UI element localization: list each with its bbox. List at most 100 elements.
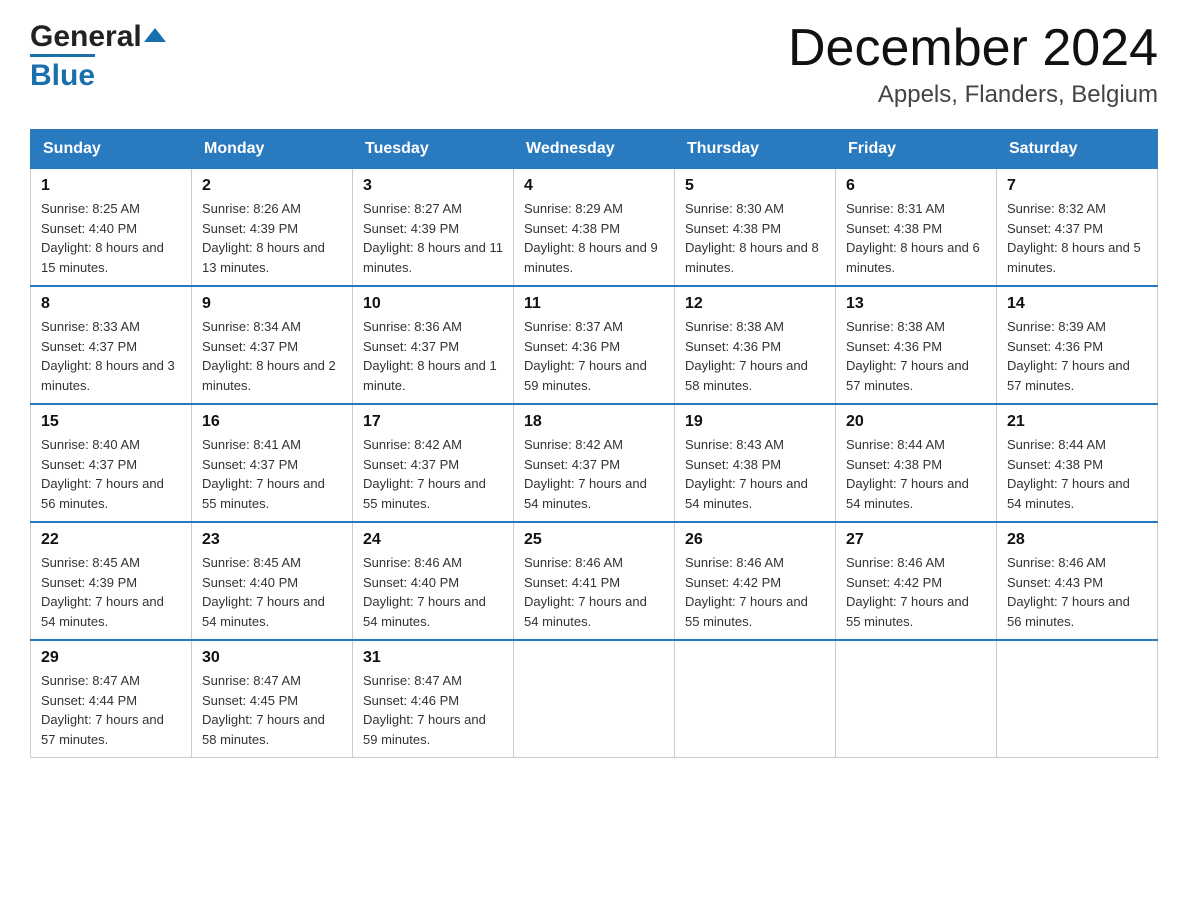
day-number: 12 — [685, 295, 825, 313]
day-info: Sunrise: 8:40 AMSunset: 4:37 PMDaylight:… — [41, 435, 181, 513]
logo: General Blue — [30, 20, 166, 93]
day-info: Sunrise: 8:34 AMSunset: 4:37 PMDaylight:… — [202, 317, 342, 395]
table-row: 23 Sunrise: 8:45 AMSunset: 4:40 PMDayligh… — [192, 522, 353, 640]
table-row: 16Sunrise: 8:41 AMSunset: 4:37 PMDayligh… — [192, 404, 353, 522]
day-number: 23 — [202, 531, 342, 549]
table-row: 28 Sunrise: 8:46 AMSunset: 4:43 PMDayligh… — [997, 522, 1158, 640]
table-row: 24 Sunrise: 8:46 AMSunset: 4:40 PMDayligh… — [353, 522, 514, 640]
calendar-week-row: 22 Sunrise: 8:45 AMSunset: 4:39 PMDayligh… — [31, 522, 1158, 640]
day-number: 20 — [846, 413, 986, 431]
day-info: Sunrise: 8:46 AMSunset: 4:43 PMDaylight:… — [1007, 553, 1147, 631]
day-number: 26 — [685, 531, 825, 549]
page-header: General Blue December 2024 Appels, Fland… — [30, 20, 1158, 109]
day-info: Sunrise: 8:44 AMSunset: 4:38 PMDaylight:… — [1007, 435, 1147, 513]
day-number: 16 — [202, 413, 342, 431]
table-row: 29 Sunrise: 8:47 AMSunset: 4:44 PMDayligh… — [31, 640, 192, 758]
day-info: Sunrise: 8:27 AMSunset: 4:39 PMDaylight:… — [363, 199, 503, 277]
table-row: 26 Sunrise: 8:46 AMSunset: 4:42 PMDayligh… — [675, 522, 836, 640]
day-info: Sunrise: 8:36 AMSunset: 4:37 PMDaylight:… — [363, 317, 503, 395]
table-row: 14Sunrise: 8:39 AMSunset: 4:36 PMDayligh… — [997, 286, 1158, 404]
col-friday: Friday — [836, 130, 997, 169]
table-row: 19Sunrise: 8:43 AMSunset: 4:38 PMDayligh… — [675, 404, 836, 522]
day-number: 22 — [41, 531, 181, 549]
day-info: Sunrise: 8:38 AMSunset: 4:36 PMDaylight:… — [685, 317, 825, 395]
table-row: 22 Sunrise: 8:45 AMSunset: 4:39 PMDayligh… — [31, 522, 192, 640]
day-info: Sunrise: 8:46 AMSunset: 4:41 PMDaylight:… — [524, 553, 664, 631]
day-info: Sunrise: 8:45 AMSunset: 4:40 PMDaylight:… — [202, 553, 342, 631]
day-number: 6 — [846, 177, 986, 195]
table-row: 13Sunrise: 8:38 AMSunset: 4:36 PMDayligh… — [836, 286, 997, 404]
table-row — [514, 640, 675, 758]
day-number: 25 — [524, 531, 664, 549]
day-info: Sunrise: 8:45 AMSunset: 4:39 PMDaylight:… — [41, 553, 181, 631]
table-row: 3 Sunrise: 8:27 AMSunset: 4:39 PMDaylight… — [353, 169, 514, 287]
day-number: 17 — [363, 413, 503, 431]
day-number: 2 — [202, 177, 342, 195]
day-number: 9 — [202, 295, 342, 313]
day-info: Sunrise: 8:33 AMSunset: 4:37 PMDaylight:… — [41, 317, 181, 395]
logo-blue: Blue — [30, 54, 95, 93]
col-saturday: Saturday — [997, 130, 1158, 169]
table-row: 31 Sunrise: 8:47 AMSunset: 4:46 PMDayligh… — [353, 640, 514, 758]
day-info: Sunrise: 8:46 AMSunset: 4:40 PMDaylight:… — [363, 553, 503, 631]
day-number: 3 — [363, 177, 503, 195]
table-row — [997, 640, 1158, 758]
table-row: 20 Sunrise: 8:44 AMSunset: 4:38 PMDayligh… — [836, 404, 997, 522]
table-row: 17 Sunrise: 8:42 AMSunset: 4:37 PMDayligh… — [353, 404, 514, 522]
day-number: 31 — [363, 649, 503, 667]
day-info: Sunrise: 8:31 AMSunset: 4:38 PMDaylight:… — [846, 199, 986, 277]
day-info: Sunrise: 8:43 AMSunset: 4:38 PMDaylight:… — [685, 435, 825, 513]
table-row: 11Sunrise: 8:37 AMSunset: 4:36 PMDayligh… — [514, 286, 675, 404]
day-number: 8 — [41, 295, 181, 313]
day-number: 28 — [1007, 531, 1147, 549]
table-row — [675, 640, 836, 758]
table-row: 10Sunrise: 8:36 AMSunset: 4:37 PMDayligh… — [353, 286, 514, 404]
col-wednesday: Wednesday — [514, 130, 675, 169]
day-number: 4 — [524, 177, 664, 195]
table-row: 15 Sunrise: 8:40 AMSunset: 4:37 PMDayligh… — [31, 404, 192, 522]
calendar-header-row: Sunday Monday Tuesday Wednesday Thursday… — [31, 130, 1158, 169]
day-info: Sunrise: 8:46 AMSunset: 4:42 PMDaylight:… — [685, 553, 825, 631]
table-row: 6 Sunrise: 8:31 AMSunset: 4:38 PMDaylight… — [836, 169, 997, 287]
day-number: 24 — [363, 531, 503, 549]
logo-general: General — [30, 20, 142, 54]
day-info: Sunrise: 8:39 AMSunset: 4:36 PMDaylight:… — [1007, 317, 1147, 395]
table-row: 5Sunrise: 8:30 AMSunset: 4:38 PMDaylight… — [675, 169, 836, 287]
day-info: Sunrise: 8:32 AMSunset: 4:37 PMDaylight:… — [1007, 199, 1147, 277]
day-info: Sunrise: 8:44 AMSunset: 4:38 PMDaylight:… — [846, 435, 986, 513]
table-row: 7Sunrise: 8:32 AMSunset: 4:37 PMDaylight… — [997, 169, 1158, 287]
day-info: Sunrise: 8:42 AMSunset: 4:37 PMDaylight:… — [363, 435, 503, 513]
day-number: 21 — [1007, 413, 1147, 431]
day-info: Sunrise: 8:47 AMSunset: 4:45 PMDaylight:… — [202, 671, 342, 749]
table-row: 21 Sunrise: 8:44 AMSunset: 4:38 PMDayligh… — [997, 404, 1158, 522]
table-row: 12 Sunrise: 8:38 AMSunset: 4:36 PMDayligh… — [675, 286, 836, 404]
calendar-week-row: 1Sunrise: 8:25 AMSunset: 4:40 PMDaylight… — [31, 169, 1158, 287]
table-row: 8 Sunrise: 8:33 AMSunset: 4:37 PMDaylight… — [31, 286, 192, 404]
location-subtitle: Appels, Flanders, Belgium — [788, 81, 1158, 109]
day-info: Sunrise: 8:42 AMSunset: 4:37 PMDaylight:… — [524, 435, 664, 513]
day-number: 13 — [846, 295, 986, 313]
day-info: Sunrise: 8:47 AMSunset: 4:44 PMDaylight:… — [41, 671, 181, 749]
table-row: 2 Sunrise: 8:26 AMSunset: 4:39 PMDaylight… — [192, 169, 353, 287]
day-number: 18 — [524, 413, 664, 431]
day-number: 29 — [41, 649, 181, 667]
month-title: December 2024 — [788, 20, 1158, 77]
day-info: Sunrise: 8:29 AMSunset: 4:38 PMDaylight:… — [524, 199, 664, 277]
day-info: Sunrise: 8:30 AMSunset: 4:38 PMDaylight:… — [685, 199, 825, 277]
day-number: 15 — [41, 413, 181, 431]
day-number: 11 — [524, 295, 664, 313]
col-sunday: Sunday — [31, 130, 192, 169]
calendar-week-row: 15 Sunrise: 8:40 AMSunset: 4:37 PMDayligh… — [31, 404, 1158, 522]
table-row: 30Sunrise: 8:47 AMSunset: 4:45 PMDayligh… — [192, 640, 353, 758]
table-row: 4 Sunrise: 8:29 AMSunset: 4:38 PMDaylight… — [514, 169, 675, 287]
table-row — [836, 640, 997, 758]
calendar-week-row: 8 Sunrise: 8:33 AMSunset: 4:37 PMDaylight… — [31, 286, 1158, 404]
day-info: Sunrise: 8:25 AMSunset: 4:40 PMDaylight:… — [41, 199, 181, 277]
day-info: Sunrise: 8:26 AMSunset: 4:39 PMDaylight:… — [202, 199, 342, 277]
col-monday: Monday — [192, 130, 353, 169]
table-row: 1Sunrise: 8:25 AMSunset: 4:40 PMDaylight… — [31, 169, 192, 287]
day-info: Sunrise: 8:47 AMSunset: 4:46 PMDaylight:… — [363, 671, 503, 749]
logo-triangle-icon — [144, 24, 166, 46]
table-row: 18 Sunrise: 8:42 AMSunset: 4:37 PMDayligh… — [514, 404, 675, 522]
day-number: 27 — [846, 531, 986, 549]
